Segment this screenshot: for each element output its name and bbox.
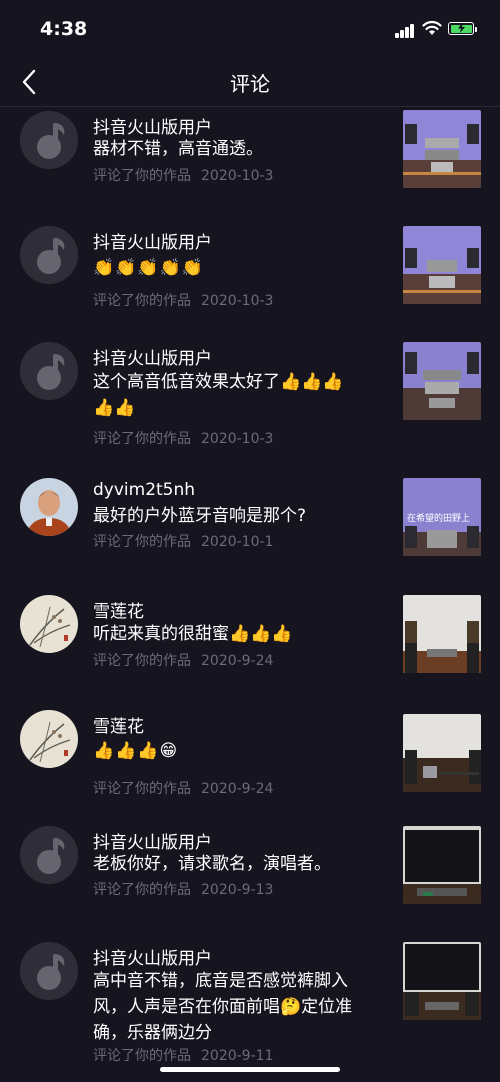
comment-meta: 评论了你的作品 2020-9-11 [93, 1045, 273, 1065]
comment-text: 👍👍👍😁 [93, 741, 179, 761]
avatar[interactable] [20, 111, 78, 169]
video-thumbnail[interactable] [403, 942, 481, 1020]
comment-text: 老板你好，请求歌名，演唱者。 [93, 854, 331, 874]
home-indicator[interactable] [160, 1067, 340, 1072]
comment-action: 评论了你的作品 [93, 431, 191, 447]
audio-equipment-thumbnail [403, 714, 481, 792]
comment-meta: 评论了你的作品 2020-9-13 [93, 879, 273, 899]
comment-username[interactable]: 雪莲花 [93, 712, 144, 737]
audio-equipment-thumbnail [403, 110, 481, 188]
default-user-icon [20, 942, 78, 1000]
audio-equipment-thumbnail [403, 595, 481, 673]
video-thumbnail[interactable] [403, 714, 481, 792]
comment-meta: 评论了你的作品 2020-10-1 [93, 531, 273, 551]
comment-text: 这个高音低音效果太好了👍👍👍👍👍 [93, 372, 344, 418]
avatar[interactable] [20, 342, 78, 400]
cellular-signal-icon [395, 22, 415, 38]
comment-action: 评论了你的作品 [93, 1048, 191, 1064]
comment-username[interactable]: dyvim2t5nh [93, 480, 195, 500]
default-user-icon [20, 342, 78, 400]
comment-meta: 评论了你的作品 2020-10-3 [93, 290, 273, 310]
comment-meta: 评论了你的作品 2020-10-3 [93, 165, 273, 185]
navigation-bar: 评论 [0, 60, 500, 107]
avatar[interactable] [20, 942, 78, 1000]
comment-meta: 评论了你的作品 2020-9-24 [93, 778, 273, 798]
video-thumbnail[interactable] [403, 110, 481, 188]
comment-action: 评论了你的作品 [93, 534, 191, 550]
comment-date: 2020-9-13 [201, 882, 274, 898]
audio-equipment-thumbnail [403, 342, 481, 420]
comment-date: 2020-10-3 [201, 431, 274, 447]
comment-username[interactable]: 雪莲花 [93, 597, 144, 622]
comment-date: 2020-10-1 [201, 534, 274, 550]
user-photo-avatar [20, 478, 78, 536]
comment-text: 👏👏👏👏👏 [93, 258, 204, 278]
comment-action: 评论了你的作品 [93, 293, 191, 309]
avatar[interactable] [20, 595, 78, 653]
audio-equipment-thumbnail [403, 826, 481, 904]
video-thumbnail[interactable] [403, 826, 481, 904]
orchid-painting-avatar [20, 710, 78, 768]
comment-date: 2020-9-24 [201, 653, 274, 669]
wifi-icon [422, 20, 442, 35]
video-thumbnail[interactable] [403, 342, 481, 420]
comment-meta: 评论了你的作品 2020-10-3 [93, 428, 273, 448]
avatar[interactable] [20, 826, 78, 884]
video-thumbnail[interactable] [403, 595, 481, 673]
status-bar: 4:38 [0, 0, 500, 60]
thumbnail-caption: 在希望的田野上 [407, 514, 471, 524]
orchid-painting-avatar [20, 595, 78, 653]
comment-text: 最好的户外蓝牙音响是那个? [93, 506, 307, 526]
comment-text: 器材不错，高音通透。 [93, 139, 263, 159]
audio-equipment-thumbnail [403, 226, 481, 304]
comment-username[interactable]: 抖音火山版用户 [93, 344, 212, 369]
default-user-icon [20, 826, 78, 884]
battery-charging-icon [448, 22, 477, 35]
audio-equipment-thumbnail [403, 942, 481, 1020]
comment-username[interactable]: 抖音火山版用户 [93, 113, 212, 138]
video-thumbnail[interactable]: 在希望的田野上 [403, 478, 481, 556]
comment-date: 2020-10-3 [201, 293, 274, 309]
default-user-icon [20, 226, 78, 284]
comment-date: 2020-10-3 [201, 168, 274, 184]
default-user-icon [20, 111, 78, 169]
comment-action: 评论了你的作品 [93, 653, 191, 669]
avatar[interactable] [20, 478, 78, 536]
comment-text: 高中音不错，底音是否感觉裤脚入风，人声是否在你面前唱🤔定位准确，乐器俩边分 [93, 971, 353, 1043]
video-thumbnail[interactable] [403, 226, 481, 304]
comment-username[interactable]: 抖音火山版用户 [93, 944, 212, 969]
comment-text: 听起来真的很甜蜜👍👍👍 [93, 624, 293, 644]
comment-action: 评论了你的作品 [93, 168, 191, 184]
comment-date: 2020-9-11 [201, 1048, 274, 1064]
comment-action: 评论了你的作品 [93, 781, 191, 797]
comment-action: 评论了你的作品 [93, 882, 191, 898]
comment-meta: 评论了你的作品 2020-9-24 [93, 650, 273, 670]
comment-username[interactable]: 抖音火山版用户 [93, 828, 212, 853]
page-title: 评论 [230, 72, 270, 96]
avatar[interactable] [20, 710, 78, 768]
status-time: 4:38 [40, 18, 88, 40]
avatar[interactable] [20, 226, 78, 284]
comment-username[interactable]: 抖音火山版用户 [93, 228, 212, 253]
comment-date: 2020-9-24 [201, 781, 274, 797]
